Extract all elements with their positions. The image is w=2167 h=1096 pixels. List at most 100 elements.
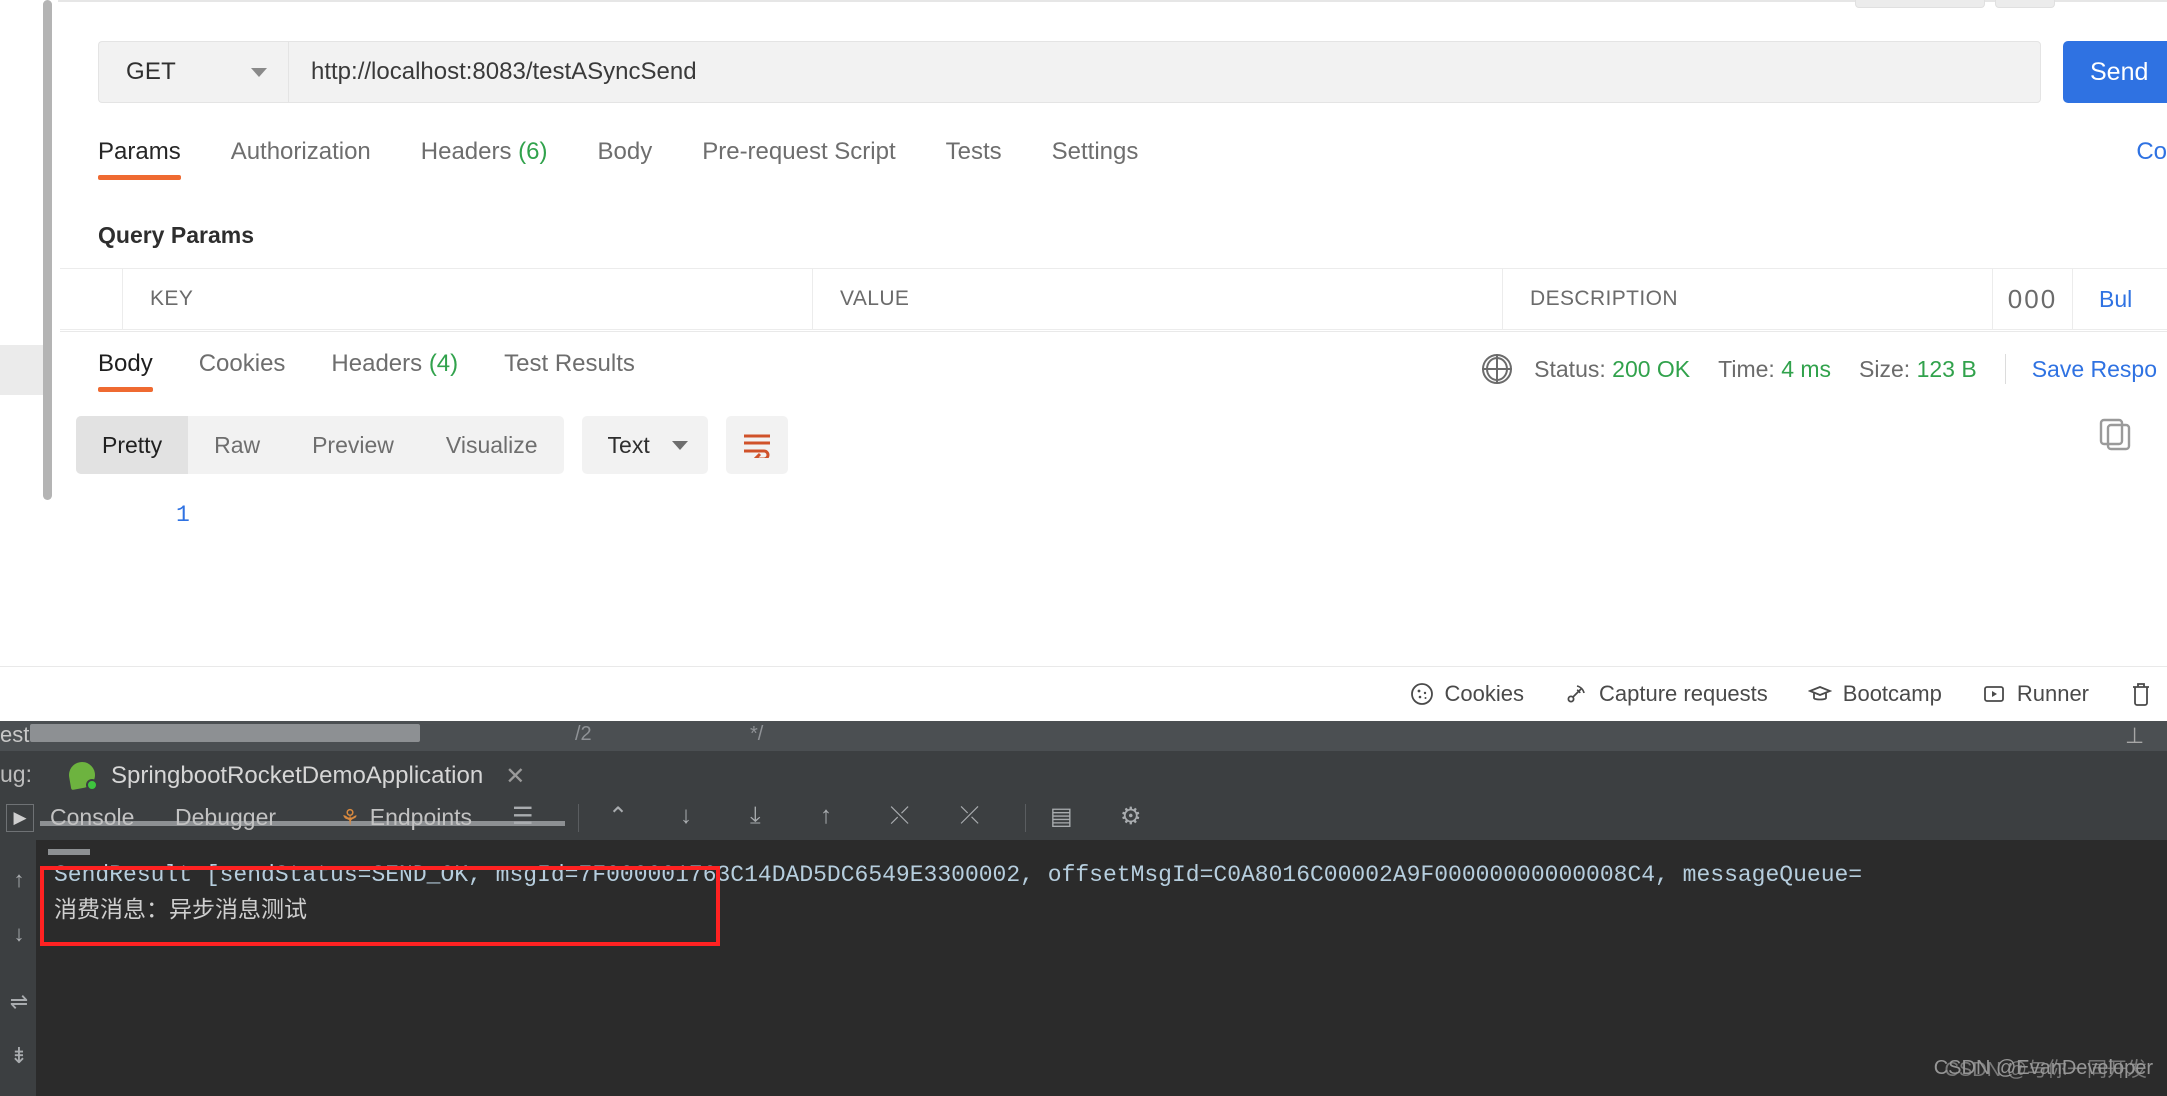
tab-tests[interactable]: Tests — [946, 138, 1002, 180]
tab-pre-request-script-label: Pre-request Script — [702, 138, 896, 165]
scroll-to-end-icon[interactable]: ⇟ — [5, 1042, 33, 1070]
evaluate-icon[interactable]: ⤫ — [960, 802, 979, 830]
capture-requests-label: Capture requests — [1599, 681, 1768, 706]
response-tab-body[interactable]: Body — [98, 350, 153, 392]
mute-breakpoints-icon[interactable]: ⤬ — [890, 802, 909, 830]
http-method-selector[interactable]: GET — [98, 41, 288, 103]
play-box-icon — [1983, 686, 2004, 702]
time-label: Time: — [1718, 355, 1775, 382]
step-out-icon[interactable]: ⌃ — [608, 802, 628, 831]
ide-run-tab-row: ug: SpringbootRocketDemoApplication ✕ — [0, 751, 2167, 826]
wrap-lines-icon — [743, 434, 770, 458]
bulk-edit-link[interactable]: Bul — [2073, 269, 2167, 329]
ide-strip-scrollbar[interactable] — [30, 724, 420, 742]
url-bar: GET http://localhost:8083/testASyncSend — [98, 41, 2041, 103]
response-format-label: Text — [607, 431, 650, 458]
response-tab-cookies[interactable]: Cookies — [199, 350, 286, 392]
column-header-key: KEY — [123, 269, 813, 329]
tab-headers[interactable]: Headers (6) — [421, 138, 548, 180]
tab-settings[interactable]: Settings — [1052, 138, 1139, 180]
toolbar-divider — [578, 804, 579, 832]
status-value: 200 OK — [1612, 355, 1691, 382]
tab-authorization[interactable]: Authorization — [231, 138, 371, 180]
view-mode-raw[interactable]: Raw — [188, 416, 286, 474]
screenshot-root: GET http://localhost:8083/testASyncSend … — [0, 0, 2167, 1096]
select-all-checkbox-cell[interactable] — [60, 269, 123, 329]
sub-tab-endpoints-label: Endpoints — [369, 804, 473, 830]
response-viewer-toolbar: Pretty Raw Preview Visualize Text — [76, 416, 788, 474]
copy-response-button[interactable] — [2097, 416, 2137, 456]
cookies-link[interactable]: Co — [2136, 138, 2167, 166]
endpoints-icon: ⚘ — [340, 804, 360, 830]
tab-headers-label: Headers — [420, 138, 512, 165]
sub-tab-debugger[interactable]: Debugger — [175, 804, 276, 831]
tab-authorization-label: Authorization — [230, 138, 371, 165]
layout-settings-icon[interactable]: ☰ — [512, 802, 534, 831]
response-tab-body-label: Body — [98, 350, 153, 377]
ide-strip-fragment-1: /2 — [575, 723, 592, 745]
sidebar-selected-block — [0, 345, 43, 395]
response-tab-headers[interactable]: Headers (4) — [331, 350, 458, 392]
scroll-down-icon[interactable]: ↓ — [5, 920, 33, 948]
step-over-icon[interactable]: ⤓ — [750, 802, 761, 830]
console-output[interactable]: SendResult [sendStatus=SEND_OK, msgId=7F… — [36, 840, 2167, 1096]
console-line: 消费消息：异步消息测试 — [54, 897, 307, 924]
runner-label: Runner — [2016, 681, 2089, 706]
satellite-icon — [1567, 685, 1585, 703]
send-button[interactable]: Send — [2063, 41, 2167, 103]
response-body-viewer[interactable]: 1 — [76, 490, 2167, 666]
tab-body[interactable]: Body — [598, 138, 653, 180]
frames-icon[interactable]: ▤ — [1050, 802, 1073, 831]
tab-params[interactable]: Params — [98, 138, 181, 180]
run-configuration-tab[interactable]: SpringbootRocketDemoApplication ✕ — [55, 755, 539, 797]
cookies-button[interactable]: Cookies — [1410, 681, 1524, 707]
more-options-icon[interactable]: 000 — [1993, 269, 2073, 329]
settings-icon[interactable]: ⚙ — [1120, 802, 1142, 831]
trash-button[interactable] — [2129, 681, 2153, 707]
response-format-selector[interactable]: Text — [581, 416, 708, 474]
response-tab-test-results[interactable]: Test Results — [504, 350, 635, 392]
bootcamp-label: Bootcamp — [1842, 681, 1942, 706]
sub-tab-console[interactable]: Console — [50, 804, 134, 831]
sidebar-scrollbar[interactable] — [43, 0, 52, 500]
step-up-icon[interactable]: ↑ — [820, 802, 832, 830]
capture-requests-button[interactable]: Capture requests — [1564, 681, 1768, 707]
bootcamp-button[interactable]: Bootcamp — [1807, 681, 1942, 707]
view-mode-pretty[interactable]: Pretty — [76, 416, 189, 474]
tab-headers-count: (6) — [518, 138, 548, 165]
ide-editor-strip: est /2 */ ⊥ — [0, 721, 2167, 751]
expand-panel-button[interactable]: ▶ — [6, 804, 34, 832]
close-icon[interactable]: ✕ — [505, 762, 525, 791]
size-label: Size: — [1859, 355, 1911, 382]
response-status-line: Status: 200 OK Time: 4 ms Size: 123 B Sa… — [1482, 354, 2157, 384]
status-label: Status: — [1534, 355, 1606, 382]
view-mode-visualize[interactable]: Visualize — [420, 416, 564, 474]
line-number: 1 — [176, 502, 190, 528]
view-mode-preview[interactable]: Preview — [286, 416, 420, 474]
runner-button[interactable]: Runner — [1982, 681, 2089, 707]
ide-strip-icon[interactable]: ⊥ — [2125, 723, 2144, 749]
step-into-icon[interactable]: ↓ — [680, 802, 692, 830]
tab-pre-request-script[interactable]: Pre-request Script — [702, 138, 895, 180]
sub-tab-debugger-label: Debugger — [175, 804, 277, 830]
wrap-lines-button[interactable] — [725, 416, 788, 474]
cookie-icon — [1410, 683, 1433, 705]
view-mode-segmented-control: Pretty Raw Preview Visualize — [76, 416, 564, 474]
top-tab-stub-1 — [1855, 0, 1985, 8]
sub-tab-endpoints[interactable]: ⚘ Endpoints — [340, 804, 472, 831]
status-field: Status: 200 OK — [1534, 356, 1690, 383]
chevron-down-icon — [251, 67, 267, 77]
url-input[interactable]: http://localhost:8083/testASyncSend — [288, 41, 2041, 103]
response-tabs: Body Cookies Headers (4) Test Results — [98, 350, 681, 392]
intellij-ide: est /2 */ ⊥ ug: SpringbootRocketDemoAppl… — [0, 721, 2167, 1096]
soft-wrap-icon[interactable]: ⇌ — [5, 988, 33, 1016]
console-scroll-indicator — [48, 849, 90, 855]
request-tabs: Params Authorization Headers (6) Body Pr… — [98, 138, 1188, 186]
tab-tests-label: Tests — [945, 138, 1002, 165]
response-panel: Body Cookies Headers (4) Test Results St… — [60, 331, 2167, 666]
save-response-button[interactable]: Save Respo — [2032, 356, 2157, 383]
console-line: SendResult [sendStatus=SEND_OK, msgId=7F… — [54, 862, 1863, 888]
scroll-up-icon[interactable]: ↑ — [5, 866, 33, 894]
response-tab-headers-label: Headers — [331, 350, 423, 377]
cookies-button-label: Cookies — [1444, 681, 1525, 706]
